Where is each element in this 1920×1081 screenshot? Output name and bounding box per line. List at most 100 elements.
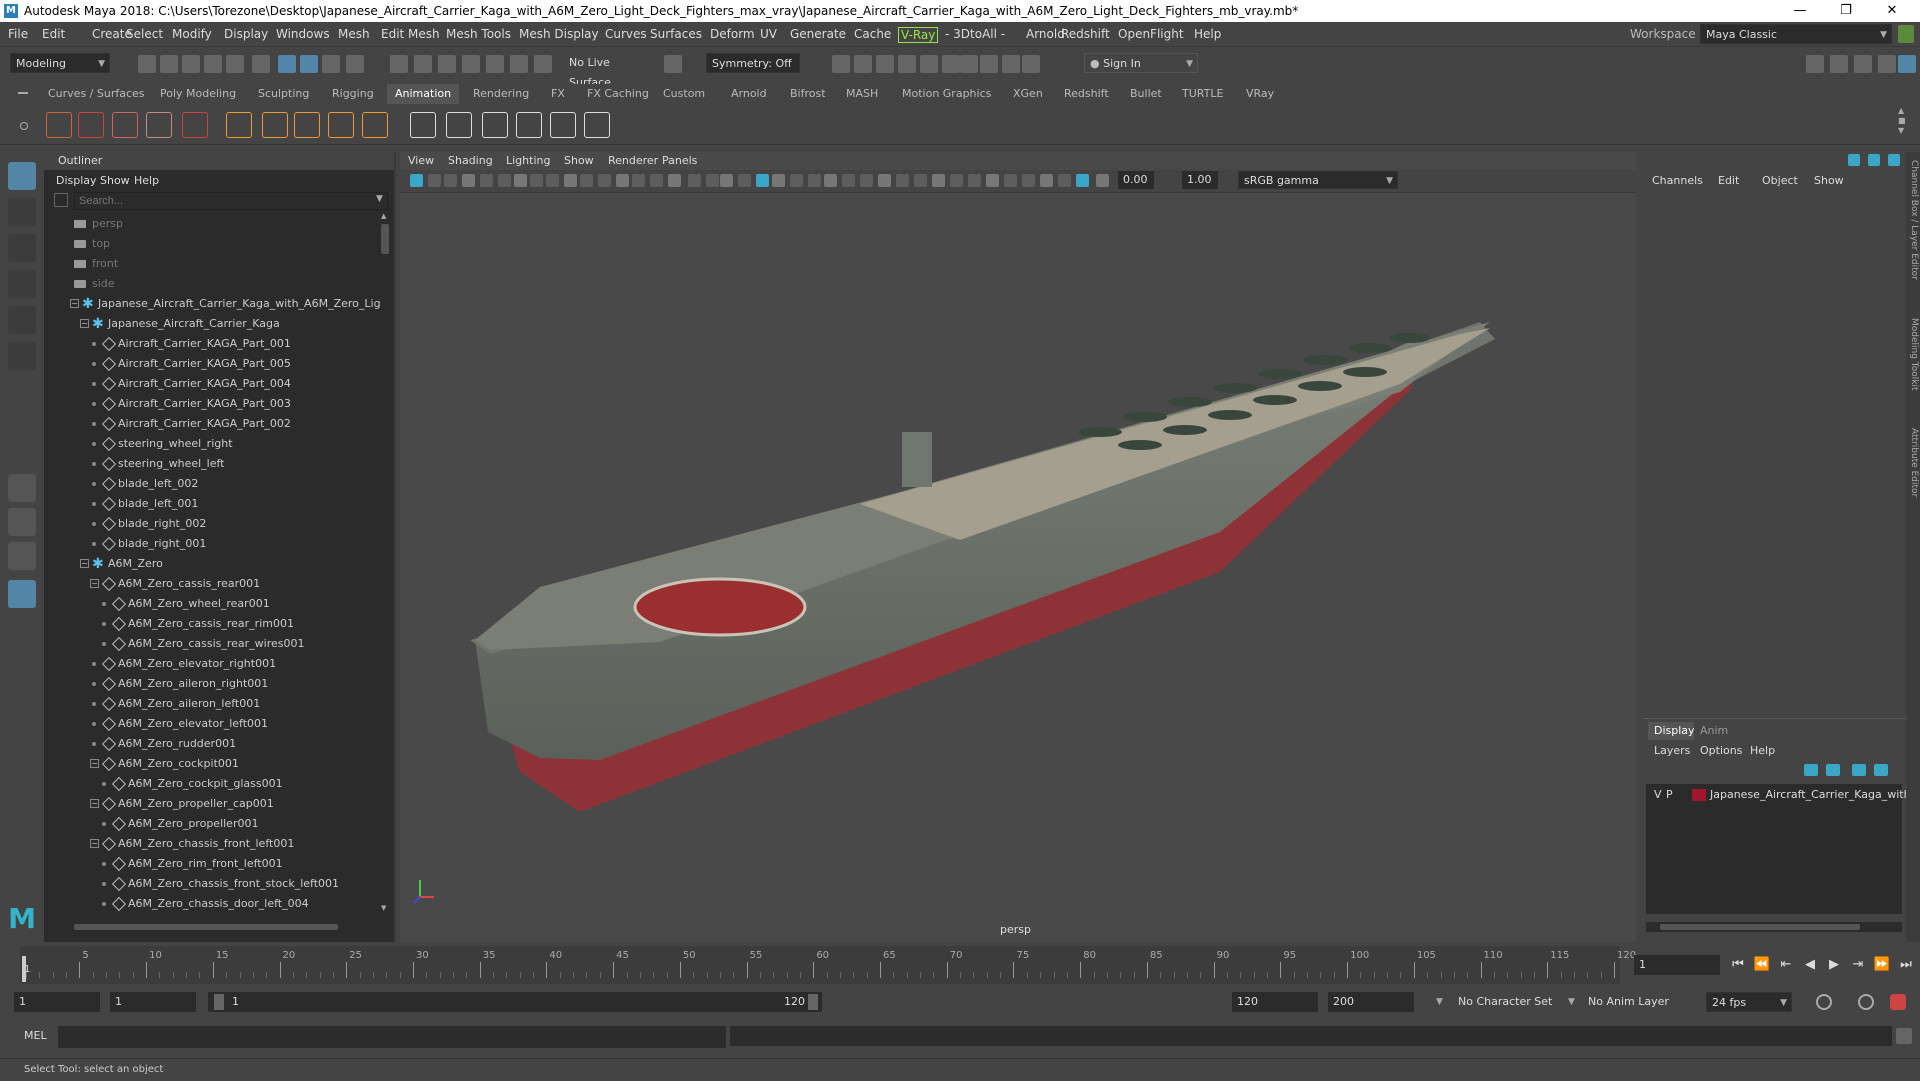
outliner-row[interactable]: front	[44, 254, 380, 274]
time-slider-track[interactable]: 5 10 15 20 25 30 35 40 45 50 55 60 65 70 75 80 85 90 95 100…	[20, 946, 1636, 984]
outliner-row[interactable]: − ✱ Japanese_Aircraft_Carrier_Kaga_with_A6…	[44, 294, 380, 314]
outliner-row[interactable]: Aircraft_Carrier_KAGA_Part_003	[44, 394, 380, 414]
menu-deform[interactable]: Deform	[710, 22, 755, 46]
outliner-row[interactable]: A6M_Zero_wheel_front_left001	[44, 914, 380, 916]
outliner-row[interactable]: A6M_Zero_rudder001	[44, 734, 380, 754]
outliner-row[interactable]: − A6M_Zero_cassis_rear001	[44, 574, 380, 594]
viewport-tool-4-icon[interactable]	[462, 174, 475, 187]
viewport-tool-34-icon[interactable]	[986, 174, 999, 187]
paint-select-tool-icon[interactable]	[8, 234, 36, 262]
viewport-tool-1-icon[interactable]	[410, 174, 423, 187]
range-start-handle[interactable]	[214, 994, 224, 1010]
menu-uv[interactable]: UV	[760, 22, 777, 46]
shelf-tab-mash[interactable]: MASH	[846, 84, 878, 104]
channel-box-menu-channels[interactable]: Channels	[1652, 172, 1703, 190]
expand-toggle-icon[interactable]: −	[90, 759, 99, 768]
outliner-row[interactable]: − ✱ Japanese_Aircraft_Carrier_Kaga	[44, 314, 380, 334]
outliner-row[interactable]: A6M_Zero_aileron_left001	[44, 694, 380, 714]
shelf-scroll-arrows[interactable]: ▲ ■ ▼	[1898, 106, 1908, 140]
menu-help[interactable]: Help	[1194, 22, 1221, 46]
viewport-tool-38-icon[interactable]	[1058, 174, 1071, 187]
anim-prefs-icon[interactable]	[1890, 994, 1906, 1010]
select-tool-icon[interactable]	[8, 162, 36, 190]
viewport-tool-31-icon[interactable]	[932, 174, 945, 187]
undo-icon[interactable]	[204, 55, 222, 73]
viewport-tool-8-icon[interactable]	[530, 174, 543, 187]
chevron-down-icon[interactable]: ▼	[1436, 992, 1443, 1012]
scale-tool-icon[interactable]	[8, 342, 36, 370]
select-component-icon[interactable]	[322, 55, 340, 73]
new-layer-selected-icon[interactable]	[1852, 764, 1866, 776]
select-object-icon[interactable]	[300, 55, 318, 73]
skin-bind-icon[interactable]	[362, 112, 388, 138]
snap-live-icon[interactable]	[510, 55, 528, 73]
render-sequence-icon[interactable]	[854, 55, 872, 73]
menu-cache[interactable]: Cache	[854, 22, 891, 46]
four-pane-layout-icon[interactable]	[8, 508, 36, 536]
scrollbar-thumb[interactable]	[381, 224, 389, 254]
outliner-row[interactable]: side	[44, 274, 380, 294]
pause-render-icon[interactable]	[960, 55, 978, 73]
outliner-row[interactable]: steering_wheel_left	[44, 454, 380, 474]
viewport-tool-32-icon[interactable]	[950, 174, 963, 187]
render-frame-icon[interactable]	[832, 55, 850, 73]
outliner-row[interactable]: top	[44, 234, 380, 254]
animation-start-field[interactable]: 1	[14, 992, 100, 1012]
shelf-menu-icon[interactable]	[18, 92, 28, 94]
outliner-row[interactable]: steering_wheel_right	[44, 434, 380, 454]
outliner-row[interactable]: − A6M_Zero_chassis_front_left001	[44, 834, 380, 854]
outliner-menu-help[interactable]: Help	[134, 172, 159, 190]
outliner-row[interactable]: A6M_Zero_cassis_rear_wires001	[44, 634, 380, 654]
layer-visibility-toggle[interactable]: V	[1654, 786, 1662, 804]
viewport-tool-30-icon[interactable]	[914, 174, 927, 187]
time-slider[interactable]: 5 10 15 20 25 30 35 40 45 50 55 60 65 70 75 80 85 90 95 100…	[0, 946, 1920, 984]
layer-row[interactable]: V P Japanese_Aircraft_Carrier_Kaga_with_	[1646, 786, 1916, 804]
viewport-tool-5-icon[interactable]	[480, 174, 493, 187]
mel-label[interactable]: MEL	[24, 1024, 47, 1048]
character-set-label[interactable]: No Character Set	[1458, 992, 1552, 1012]
render-settings-icon[interactable]	[898, 55, 916, 73]
outliner-layout-icon[interactable]	[8, 580, 36, 608]
layer-menu-layers[interactable]: Layers	[1654, 742, 1690, 760]
exposure-field[interactable]: 0.00	[1118, 171, 1154, 189]
viewport-tool-10-icon[interactable]	[564, 174, 577, 187]
shelf-settings-icon[interactable]	[20, 122, 28, 130]
outliner-horizontal-scrollbar[interactable]	[64, 922, 380, 932]
side-tab-2[interactable]: Modeling Toolkit	[1907, 318, 1919, 391]
layer-color-swatch[interactable]	[1692, 789, 1706, 801]
menu-modify[interactable]: Modify	[172, 22, 212, 46]
outliner-row[interactable]: Aircraft_Carrier_KAGA_Part_005	[44, 354, 380, 374]
restore-button[interactable]: ❐	[1826, 0, 1866, 22]
shelf-tab-curves-surfaces[interactable]: Curves / Surfaces	[48, 84, 145, 104]
trax-editor-icon[interactable]	[584, 112, 610, 138]
outliner-vertical-scrollbar[interactable]: ▲ ▼	[380, 212, 390, 912]
expand-toggle-icon[interactable]: −	[90, 839, 99, 848]
snap-curve-icon[interactable]	[414, 55, 432, 73]
layer-menu-options[interactable]: Options	[1700, 742, 1742, 760]
cycle-key-icon[interactable]	[146, 112, 172, 138]
new-scene-icon[interactable]	[138, 55, 156, 73]
shelf-tab-redshift[interactable]: Redshift	[1064, 84, 1109, 104]
outliner-row[interactable]: A6M_Zero_chassis_front_stock_left001	[44, 874, 380, 894]
ik-spline-icon[interactable]	[328, 112, 354, 138]
viewport-tool-18-icon[interactable]	[706, 174, 719, 187]
motion-trail-icon[interactable]	[410, 112, 436, 138]
outliner-row[interactable]: A6M_Zero_aileron_right001	[44, 674, 380, 694]
search-options-chevron-icon[interactable]: ▼	[376, 194, 383, 204]
viewport-tool-2-icon[interactable]	[428, 174, 441, 187]
menu-v-ray[interactable]: V-Ray	[898, 27, 939, 43]
viewport-tool-3-icon[interactable]	[444, 174, 457, 187]
shelf-tab-rendering[interactable]: Rendering	[473, 84, 529, 104]
open-scene-icon[interactable]	[160, 55, 178, 73]
viewport-tool-40-icon[interactable]	[1096, 174, 1109, 187]
shelf-tab-motion-graphics[interactable]: Motion Graphics	[902, 84, 991, 104]
snap-toggle-icon[interactable]	[346, 55, 364, 73]
live-surface-field[interactable]: No Live Surface	[564, 53, 654, 89]
shelf-tab-fx[interactable]: FX	[551, 84, 565, 104]
dope-sheet-icon[interactable]	[550, 112, 576, 138]
outliner-row[interactable]: − ✱ A6M_Zero	[44, 554, 380, 574]
shelf-tab-xgen[interactable]: XGen	[1013, 84, 1043, 104]
viewport-tool-22-icon[interactable]	[772, 174, 785, 187]
viewport-tool-9-icon[interactable]	[546, 174, 559, 187]
layer-playback-toggle[interactable]: P	[1666, 786, 1673, 804]
